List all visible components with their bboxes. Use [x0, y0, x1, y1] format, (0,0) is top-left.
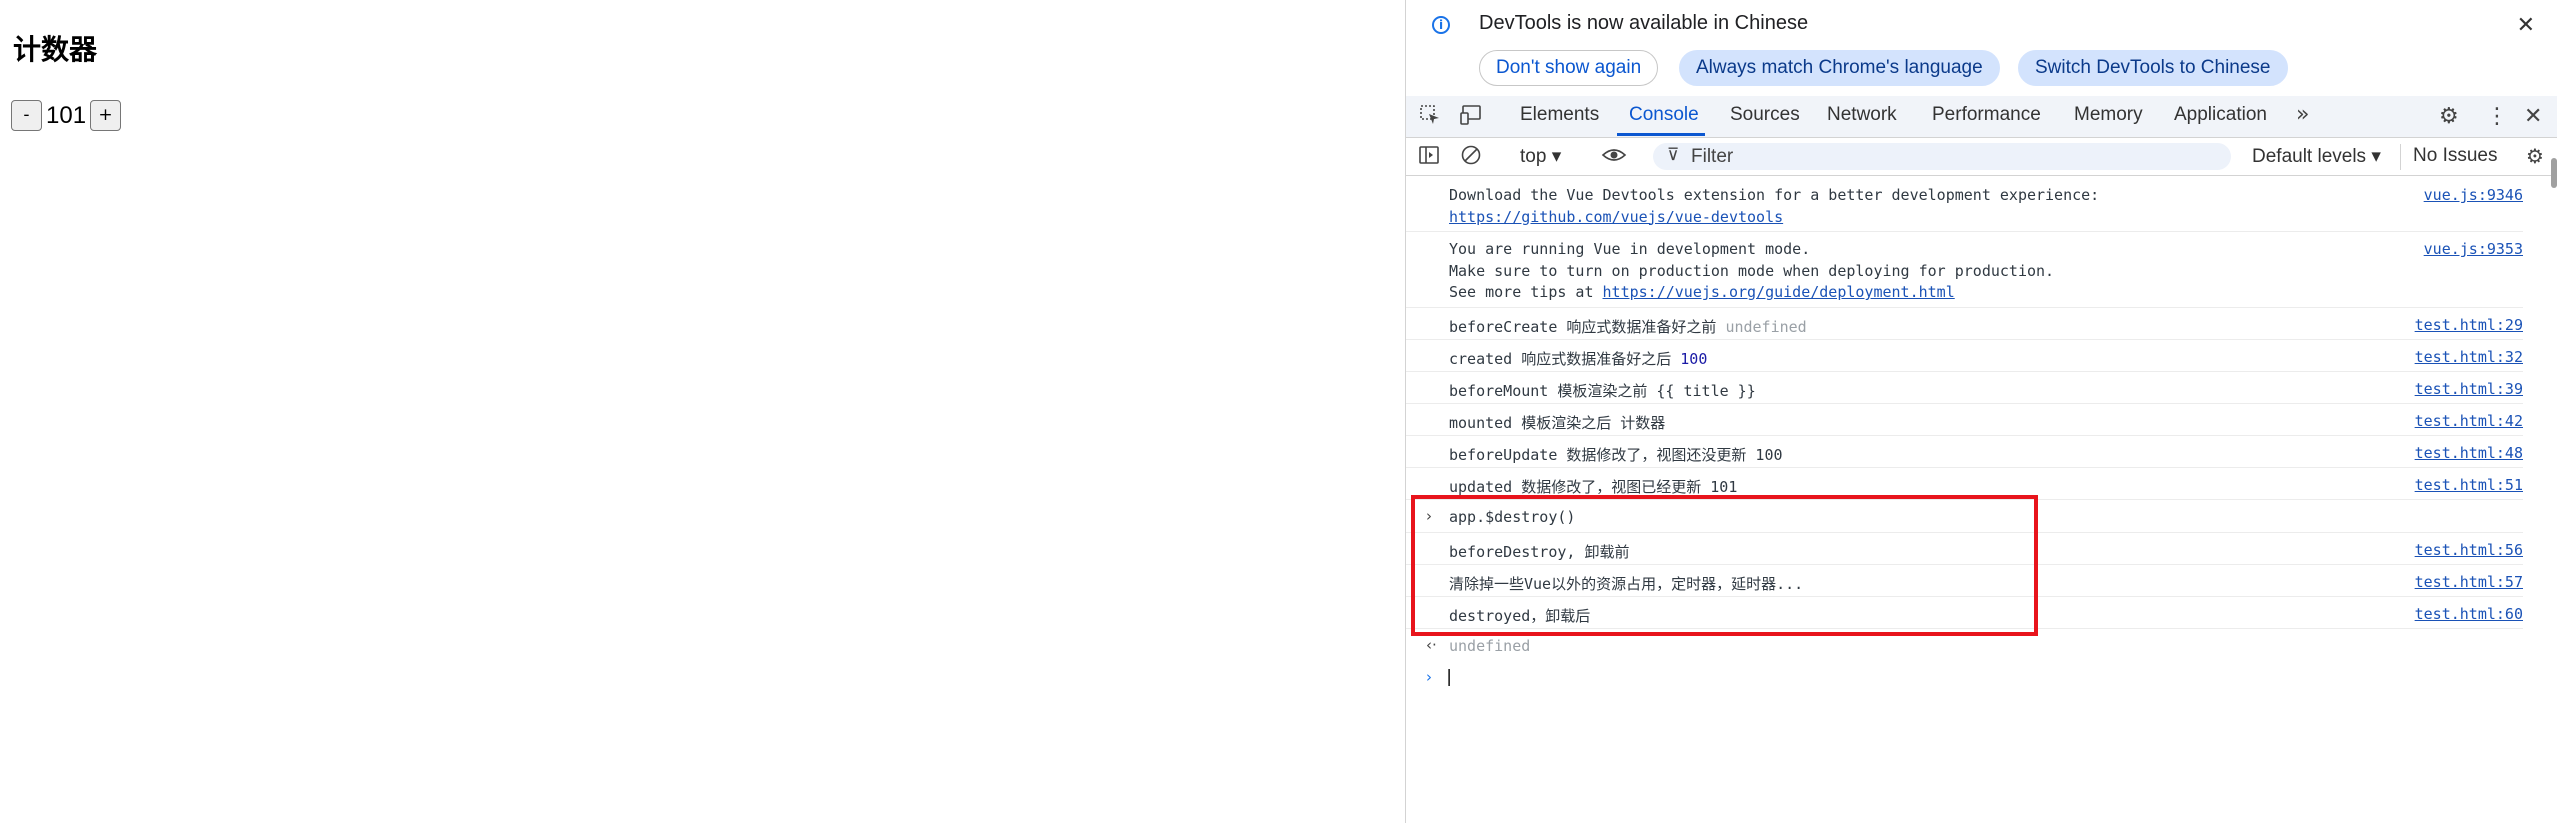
source-link[interactable]: test.html:42	[2415, 412, 2523, 430]
console-message: Download the Vue Devtools extension for …	[1406, 178, 2523, 232]
source-link[interactable]: test.html:29	[2415, 316, 2523, 334]
message-link[interactable]: https://vuejs.org/guide/deployment.html	[1603, 283, 1955, 301]
result-value: undefined	[1449, 637, 1531, 655]
info-icon: i	[1432, 16, 1450, 34]
text-cursor: |	[1444, 667, 1455, 687]
filter-box: ⊽	[1653, 143, 2231, 170]
scrollbar[interactable]	[2551, 158, 2557, 188]
source-link[interactable]: test.html:60	[2415, 605, 2523, 623]
switch-to-chinese-button[interactable]: Switch DevTools to Chinese	[2018, 50, 2288, 86]
source-link[interactable]: test.html:56	[2415, 541, 2523, 559]
source-link[interactable]: test.html:39	[2415, 380, 2523, 398]
message-value: undefined	[1725, 318, 1807, 336]
console-message: 清除掉一些Vue以外的资源占用，定时器，延时器... test.html:57	[1406, 565, 2523, 597]
chevron-double-right-icon[interactable]: »	[2296, 102, 2309, 127]
source-link[interactable]: test.html:57	[2415, 573, 2523, 591]
message-text: created 响应式数据准备好之后	[1449, 350, 1681, 368]
console-message: You are running Vue in development mode.…	[1406, 232, 2523, 308]
message-text: See more tips at	[1449, 283, 1603, 301]
tab-sources[interactable]: Sources	[1730, 104, 1800, 126]
device-toolbar-icon[interactable]	[1460, 104, 1484, 132]
dont-show-again-button[interactable]: Don't show again	[1479, 50, 1659, 86]
tab-network[interactable]: Network	[1827, 104, 1897, 126]
decrement-button[interactable]: -	[11, 100, 42, 131]
issues-counter[interactable]: No Issues	[2413, 145, 2497, 167]
source-link[interactable]: vue.js:9346	[2424, 186, 2523, 204]
console-command: › app.$destroy()	[1406, 500, 2523, 533]
message-text: mounted 模板渲染之后 计数器	[1449, 414, 1666, 432]
devtools-tabbar: Elements Console Sources Network Perform…	[1406, 96, 2557, 138]
console-message: created 响应式数据准备好之后 100 test.html:32	[1406, 340, 2523, 372]
message-text: You are running Vue in development mode.	[1449, 240, 1811, 258]
filter-icon: ⊽	[1667, 145, 1680, 165]
devtools-panel: i DevTools is now available in Chinese ✕…	[1405, 0, 2557, 823]
message-link[interactable]: https://github.com/vuejs/vue-devtools	[1449, 207, 2523, 229]
sidebar-toggle-icon[interactable]	[1418, 144, 1440, 171]
tab-performance[interactable]: Performance	[1932, 104, 2041, 126]
console-prompt[interactable]: › |	[1406, 661, 2523, 695]
tab-application[interactable]: Application	[2174, 104, 2267, 126]
context-selector[interactable]: top ▾	[1520, 145, 1561, 168]
counter: - 101 +	[11, 100, 122, 131]
message-text: beforeDestroy, 卸载前	[1449, 543, 1630, 561]
tab-elements[interactable]: Elements	[1520, 104, 1599, 126]
always-match-language-button[interactable]: Always match Chrome's language	[1679, 50, 2000, 86]
message-text: beforeCreate 响应式数据准备好之前	[1449, 318, 1726, 336]
log-levels-dropdown[interactable]: Default levels ▾	[2252, 145, 2381, 168]
source-link[interactable]: test.html:48	[2415, 444, 2523, 462]
console-message: mounted 模板渲染之后 计数器 test.html:42	[1406, 404, 2523, 436]
message-text: beforeMount 模板渲染之前 {{ title }}	[1449, 382, 1756, 400]
return-arrow-icon: ‹·	[1426, 636, 1437, 654]
console-message: beforeDestroy, 卸载前 test.html:56	[1406, 533, 2523, 565]
chevron-right-icon: ›	[1426, 507, 1432, 525]
command-text: app.$destroy()	[1449, 508, 1576, 526]
clear-console-icon[interactable]	[1460, 144, 1482, 171]
gear-icon[interactable]: ⚙	[2439, 104, 2459, 129]
chevron-right-icon: ›	[1426, 668, 1432, 686]
console-message: updated 数据修改了，视图已经更新 101 test.html:51	[1406, 468, 2523, 500]
console-log: Download the Vue Devtools extension for …	[1406, 178, 2523, 695]
page-title: 计数器	[13, 33, 98, 66]
console-message: beforeUpdate 数据修改了，视图还没更新 100 test.html:…	[1406, 436, 2523, 468]
close-devtools-icon[interactable]: ✕	[2524, 104, 2542, 129]
active-tab-indicator	[1617, 133, 1705, 136]
source-link[interactable]: test.html:32	[2415, 348, 2523, 366]
message-text: updated 数据修改了，视图已经更新 101	[1449, 478, 1738, 496]
tab-memory[interactable]: Memory	[2074, 104, 2143, 126]
page-viewport: 计数器 - 101 +	[0, 0, 1405, 823]
source-link[interactable]: test.html:51	[2415, 476, 2523, 494]
language-infobar: i DevTools is now available in Chinese ✕…	[1406, 0, 2557, 95]
console-message: beforeMount 模板渲染之前 {{ title }} test.html…	[1406, 372, 2523, 404]
message-text: Make sure to turn on production mode whe…	[1449, 261, 2055, 280]
message-text: destroyed，卸载后	[1449, 607, 1591, 625]
message-text: 清除掉一些Vue以外的资源占用，定时器，延时器...	[1449, 575, 1804, 593]
message-text: beforeUpdate 数据修改了，视图还没更新 100	[1449, 446, 1783, 464]
console-toolbar: top ▾ ⊽ Default levels ▾ No Issues ⚙	[1406, 138, 2557, 176]
toolbar-divider	[2400, 144, 2401, 170]
kebab-menu-icon[interactable]: ⋮	[2486, 104, 2508, 129]
console-result: ‹· undefined	[1406, 629, 2523, 661]
infobar-message: DevTools is now available in Chinese	[1479, 12, 1809, 34]
tab-console[interactable]: Console	[1629, 104, 1699, 126]
count-value: 101	[46, 101, 87, 129]
close-icon[interactable]: ✕	[2517, 12, 2535, 38]
message-text: Download the Vue Devtools extension for …	[1449, 186, 2100, 204]
console-settings-gear-icon[interactable]: ⚙	[2526, 144, 2544, 168]
increment-button[interactable]: +	[90, 100, 122, 131]
console-message: destroyed，卸载后 test.html:60	[1406, 597, 2523, 629]
inspect-element-icon[interactable]	[1419, 104, 1441, 132]
live-expression-icon[interactable]	[1601, 144, 1627, 171]
message-value: 100	[1680, 350, 1708, 368]
filter-input[interactable]	[1689, 145, 2193, 169]
source-link[interactable]: vue.js:9353	[2424, 240, 2523, 258]
console-message: beforeCreate 响应式数据准备好之前 undefined test.h…	[1406, 308, 2523, 340]
